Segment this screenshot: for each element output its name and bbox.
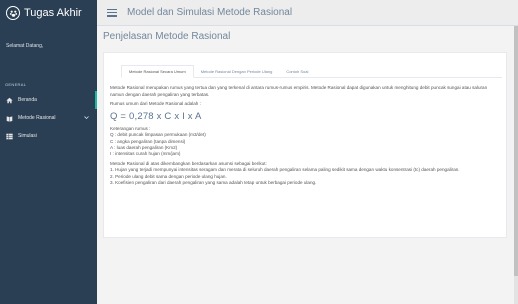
page-scrollbar[interactable] xyxy=(514,26,518,304)
legend-item: I : intensitas curah hujan (mm/jam) xyxy=(110,151,181,157)
tab-contoh-soal[interactable]: Contoh Soal xyxy=(279,65,315,78)
header-title: Model dan Simulasi Metode Rasional xyxy=(127,7,293,18)
home-icon xyxy=(5,96,13,104)
sidebar-item-label: Beranda xyxy=(18,97,37,103)
content-panel: Metode Rasional Secara Umum Metode Rasio… xyxy=(103,52,507,238)
legend-list: Keterangan rumus : Q : debit puncak limp… xyxy=(110,126,502,158)
sidebar: Tugas Akhir Selamat Datang, GENERAL Bera… xyxy=(0,0,97,304)
scrollbar-thumb[interactable] xyxy=(514,26,518,276)
chevron-down-icon xyxy=(84,116,89,120)
formula: Q = 0,278 x C x I x A xyxy=(110,110,202,122)
book-icon xyxy=(5,114,13,122)
menu-toggle-icon[interactable] xyxy=(107,8,117,17)
top-navbar: Model dan Simulasi Metode Rasional xyxy=(97,0,518,26)
sidebar-item-label: Metode Rasional xyxy=(18,115,56,121)
tab-bar: Metode Rasional Secara Umum Metode Rasio… xyxy=(121,65,502,78)
welcome-text: Selamat Datang, xyxy=(6,43,44,49)
table-icon xyxy=(5,132,13,140)
assumption-list: Metode Rasional di atas dikembangkan ber… xyxy=(110,161,502,187)
sidebar-item-metode-rasional[interactable]: Metode Rasional xyxy=(0,109,97,127)
paw-icon xyxy=(6,6,20,20)
intro-paragraph: Metode Rasional merupakan rumus yang ter… xyxy=(110,85,488,97)
tab-periode-ulang[interactable]: Metode Rasional Dengan Periode Ulang xyxy=(194,65,280,78)
tab-content: Metode Rasional merupakan rumus yang ter… xyxy=(110,85,502,186)
sidebar-item-beranda[interactable]: Beranda xyxy=(0,91,97,109)
tab-metode-rasional-umum[interactable]: Metode Rasional Secara Umum xyxy=(121,65,194,78)
section-label: GENERAL xyxy=(5,82,27,87)
assumption-item: 3. Koefisien pengaliran dari daerah peng… xyxy=(110,180,317,186)
formula-intro: Rumus umum dari Metode Rasional adalah : xyxy=(110,101,201,107)
app-title: Tugas Akhir xyxy=(24,7,82,19)
sidebar-item-label: Simulasi xyxy=(18,133,37,139)
brand[interactable]: Tugas Akhir xyxy=(0,0,97,26)
sidebar-item-simulasi[interactable]: Simulasi xyxy=(0,127,97,145)
assumption-item: 1. Hujan yang terjadi mempunyai intensit… xyxy=(110,167,460,173)
page-title: Penjelasan Metode Rasional xyxy=(103,31,231,42)
